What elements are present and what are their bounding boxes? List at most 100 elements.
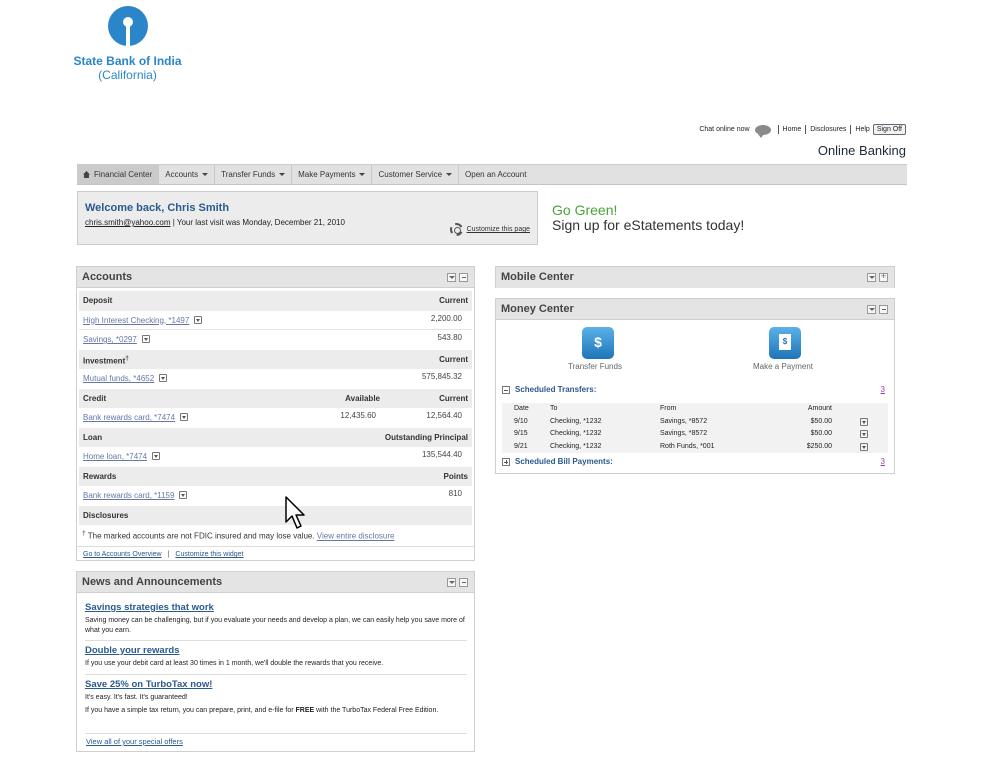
brand-name: State Bank of India <box>73 54 182 68</box>
account-menu-icon[interactable] <box>180 413 189 421</box>
chat-bubble-icon[interactable] <box>754 124 771 138</box>
main-nav: Financial Center Accounts Transfer Funds… <box>77 164 907 185</box>
news-panel: News and Announcements Savings strategie… <box>76 571 475 752</box>
last-visit-text: | Your last visit was Monday, December 2… <box>170 218 345 227</box>
welcome-title: Welcome back, Chris Smith <box>85 202 230 214</box>
customize-widget-link[interactable]: Customize this widget <box>175 551 243 558</box>
account-row: Bank rewards card, *1159 810 <box>79 486 472 506</box>
news-item: Double your rewards If you use your debi… <box>85 645 467 675</box>
disclosure-note: † The marked accounts are not FDIC insur… <box>82 530 395 541</box>
disclosures-link[interactable]: Disclosures <box>810 126 846 133</box>
promo-headline[interactable]: Go Green! <box>552 202 617 218</box>
section-deposit: Deposit Current <box>79 291 472 311</box>
account-menu-icon[interactable] <box>159 374 168 382</box>
panel-options-icon[interactable] <box>867 305 876 314</box>
panel-expand-icon[interactable] <box>879 271 888 282</box>
sign-off-button[interactable]: Sign Off <box>872 124 906 135</box>
home-link[interactable]: Home <box>783 126 802 133</box>
account-balance: 543.80 <box>437 333 462 342</box>
account-link[interactable]: High Interest Checking, *1497 <box>83 316 189 325</box>
account-link[interactable]: Savings, *0297 <box>83 335 137 344</box>
panel-options-icon[interactable] <box>447 273 456 282</box>
top-links: Chat online now Home Disclosures Help Si… <box>670 124 906 138</box>
view-disclosure-link[interactable]: View entire disclosure <box>317 532 395 541</box>
nav-open-account[interactable]: Open an Account <box>459 165 532 184</box>
table-row: 9/15 Checking, *1232 Savings, *8572 $50.… <box>502 428 888 441</box>
news-item: Savings strategies that work Saving mone… <box>85 602 467 641</box>
news-item-title[interactable]: Savings strategies that work <box>85 602 467 613</box>
make-payment-label[interactable]: Make a Payment <box>753 362 813 371</box>
account-link[interactable]: Home loan, *7474 <box>83 452 147 461</box>
collapse-icon <box>502 385 510 394</box>
nav-financial-center[interactable]: Financial Center <box>77 165 160 184</box>
account-row: Home loan, *7474 135,544.40 <box>79 447 472 467</box>
scheduled-transfers-toggle[interactable]: Scheduled Transfers: <box>502 385 596 394</box>
dagger-mark: † <box>125 354 129 362</box>
mouse-cursor-icon <box>285 496 305 529</box>
account-available: 12,435.60 <box>340 411 376 420</box>
accounts-panel: Accounts Deposit Current High Interest Ch… <box>76 266 475 561</box>
welcome-details: chris.smith@yahoo.com | Your last visit … <box>85 218 345 227</box>
account-balance: 2,200.00 <box>430 313 462 323</box>
chat-link[interactable]: Chat online now <box>699 126 749 133</box>
news-item-title[interactable]: Double your rewards <box>85 645 467 656</box>
nav-transfer-funds[interactable]: Transfer Funds <box>215 165 293 184</box>
news-title: News and Announcements <box>82 576 223 588</box>
transfer-funds-icon[interactable] <box>582 327 614 359</box>
money-center-header: Money Center <box>496 299 894 320</box>
promo-subline[interactable]: Sign up for eStatements today! <box>552 217 744 233</box>
nav-make-payments[interactable]: Make Payments <box>292 165 373 184</box>
transfers-count-link[interactable]: 3 <box>881 385 885 394</box>
news-item-body: It's easy. It's fast. It's guaranteed! <box>85 694 188 701</box>
news-item-body-extra: If you have a simple tax return, you can… <box>85 707 439 714</box>
special-offers-link[interactable]: View all of your special offers <box>86 737 183 746</box>
account-menu-icon[interactable] <box>141 335 150 343</box>
account-balance: 575,845.32 <box>421 372 462 381</box>
money-center-panel: Money Center Transfer Funds Make a Payme… <box>495 298 895 474</box>
account-link[interactable]: Bank rewards card, *1159 <box>83 491 174 500</box>
transfer-menu-icon[interactable] <box>860 430 868 438</box>
account-link[interactable]: Mutual funds, *4652 <box>83 374 154 383</box>
accounts-footer: Go to Accounts Overview | Customize this w… <box>77 546 474 562</box>
brand-logo <box>108 6 148 46</box>
bills-count-link[interactable]: 3 <box>881 457 885 466</box>
transfer-funds-label[interactable]: Transfer Funds <box>568 362 622 371</box>
scheduled-bills-toggle[interactable]: Scheduled Bill Payments: <box>502 457 613 466</box>
account-menu-icon[interactable] <box>194 315 203 324</box>
customize-page-link[interactable]: Customize this page <box>449 223 530 236</box>
scheduled-transfers-table: Date To From Amount 9/10 Checking, *1232… <box>502 403 888 453</box>
transfer-menu-icon[interactable] <box>860 417 868 426</box>
chevron-down-icon <box>279 173 286 176</box>
user-email-link[interactable]: chris.smith@yahoo.com <box>85 218 170 227</box>
panel-minimize-icon[interactable] <box>879 305 888 314</box>
account-row: Savings, *0297 543.80 <box>79 330 472 350</box>
account-row: Bank rewards card, *7474 12,435.60 12,564.… <box>79 408 472 428</box>
help-link[interactable]: Help <box>855 126 869 133</box>
account-balance: 810 <box>448 489 462 498</box>
news-item-body: Saving money can be challenging, but if … <box>85 617 465 634</box>
panel-options-icon[interactable] <box>447 578 456 587</box>
brand-subtitle: (California) <box>98 68 157 82</box>
panel-minimize-icon[interactable] <box>459 578 468 587</box>
account-link[interactable]: Bank rewards card, *7474 <box>83 413 175 422</box>
account-row: High Interest Checking, *1497 2,200.00 <box>79 311 472 330</box>
account-balance: 135,544.40 <box>421 450 462 459</box>
news-item-title[interactable]: Save 25% on TurboTax now! <box>85 679 467 690</box>
account-menu-icon[interactable] <box>179 491 188 499</box>
nav-customer-service[interactable]: Customer Service <box>372 165 460 184</box>
account-menu-icon[interactable] <box>152 452 161 460</box>
nav-accounts[interactable]: Accounts <box>159 165 216 184</box>
section-rewards: Rewards Points <box>79 466 472 486</box>
accounts-overview-link[interactable]: Go to Accounts Overview <box>83 551 162 558</box>
transfer-menu-icon[interactable] <box>860 442 868 451</box>
table-row: 9/21 Checking, *1232 Roth Funds, *001 $2… <box>502 441 888 454</box>
panel-options-icon[interactable] <box>867 273 876 282</box>
page-title: Online Banking <box>817 143 906 158</box>
welcome-box: Welcome back, Chris Smith chris.smith@ya… <box>77 191 538 245</box>
make-payment-icon[interactable] <box>769 327 801 359</box>
section-disclosures: Disclosures <box>79 505 472 525</box>
accounts-table: Deposit Current High Interest Checking, *… <box>79 291 472 525</box>
account-balance: 12,564.40 <box>426 411 462 420</box>
panel-minimize-icon[interactable] <box>459 273 468 282</box>
section-credit: Credit Available Current <box>79 388 472 408</box>
